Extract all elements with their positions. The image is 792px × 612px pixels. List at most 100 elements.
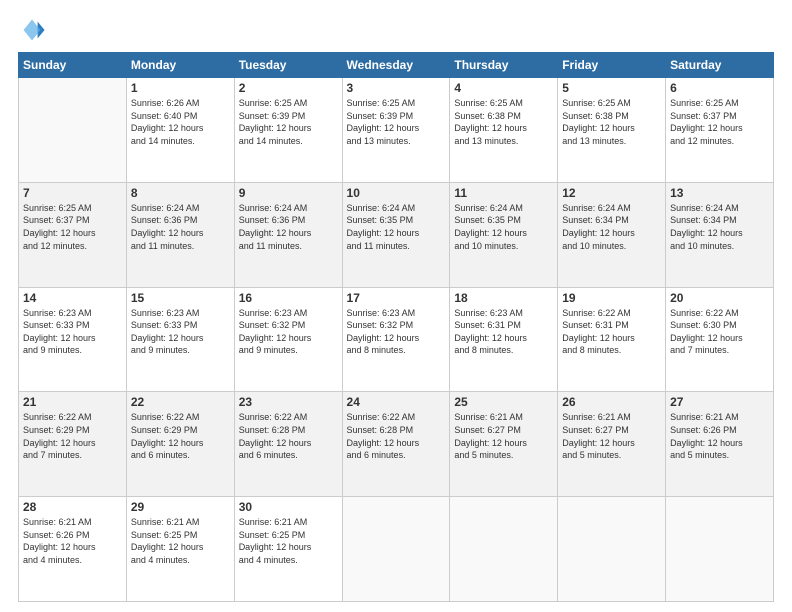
calendar-cell: 13 Sunrise: 6:24 AM Sunset: 6:34 PM Dayli… (666, 182, 774, 287)
calendar-cell: 24 Sunrise: 6:22 AM Sunset: 6:28 PM Dayli… (342, 392, 450, 497)
day-number: 7 (23, 186, 122, 200)
day-number: 27 (670, 395, 769, 409)
calendar-cell: 23 Sunrise: 6:22 AM Sunset: 6:28 PM Dayli… (234, 392, 342, 497)
day-number: 14 (23, 291, 122, 305)
day-number: 24 (347, 395, 446, 409)
calendar-cell: 3 Sunrise: 6:25 AM Sunset: 6:39 PM Daylig… (342, 78, 450, 183)
day-info: Sunrise: 6:21 AM Sunset: 6:26 PM Dayligh… (23, 516, 122, 566)
calendar-cell: 9 Sunrise: 6:24 AM Sunset: 6:36 PM Daylig… (234, 182, 342, 287)
calendar-cell: 12 Sunrise: 6:24 AM Sunset: 6:34 PM Dayli… (558, 182, 666, 287)
day-info: Sunrise: 6:22 AM Sunset: 6:30 PM Dayligh… (670, 307, 769, 357)
day-number: 25 (454, 395, 553, 409)
calendar-cell: 26 Sunrise: 6:21 AM Sunset: 6:27 PM Dayli… (558, 392, 666, 497)
day-number: 30 (239, 500, 338, 514)
day-info: Sunrise: 6:21 AM Sunset: 6:27 PM Dayligh… (454, 411, 553, 461)
day-number: 22 (131, 395, 230, 409)
day-info: Sunrise: 6:23 AM Sunset: 6:33 PM Dayligh… (131, 307, 230, 357)
day-number: 5 (562, 81, 661, 95)
day-number: 19 (562, 291, 661, 305)
calendar-cell: 15 Sunrise: 6:23 AM Sunset: 6:33 PM Dayli… (126, 287, 234, 392)
calendar-cell: 10 Sunrise: 6:24 AM Sunset: 6:35 PM Dayli… (342, 182, 450, 287)
day-info: Sunrise: 6:23 AM Sunset: 6:32 PM Dayligh… (239, 307, 338, 357)
day-info: Sunrise: 6:22 AM Sunset: 6:31 PM Dayligh… (562, 307, 661, 357)
day-number: 18 (454, 291, 553, 305)
day-number: 10 (347, 186, 446, 200)
calendar-cell: 29Sunrise: 6:21 AM Sunset: 6:25 PM Dayli… (126, 497, 234, 602)
day-info: Sunrise: 6:22 AM Sunset: 6:28 PM Dayligh… (347, 411, 446, 461)
day-info: Sunrise: 6:21 AM Sunset: 6:27 PM Dayligh… (562, 411, 661, 461)
day-info: Sunrise: 6:24 AM Sunset: 6:34 PM Dayligh… (562, 202, 661, 252)
calendar-cell: 30 Sunrise: 6:21 AM Sunset: 6:25 PM Dayli… (234, 497, 342, 602)
weekday-header: Tuesday (234, 53, 342, 78)
calendar-cell: 2 Sunrise: 6:25 AM Sunset: 6:39 PM Daylig… (234, 78, 342, 183)
day-number: 13 (670, 186, 769, 200)
calendar-cell: 16 Sunrise: 6:23 AM Sunset: 6:32 PM Dayli… (234, 287, 342, 392)
day-info: Sunrise: 6:24 AM Sunset: 6:36 PM Dayligh… (131, 202, 230, 252)
calendar-cell: 17Sunrise: 6:23 AM Sunset: 6:32 PM Dayli… (342, 287, 450, 392)
day-info: Sunrise: 6:24 AM Sunset: 6:35 PM Dayligh… (454, 202, 553, 252)
day-info: Sunrise: 6:22 AM Sunset: 6:29 PM Dayligh… (23, 411, 122, 461)
day-info: Sunrise: 6:23 AM Sunset: 6:33 PM Dayligh… (23, 307, 122, 357)
day-number: 26 (562, 395, 661, 409)
day-number: 15 (131, 291, 230, 305)
day-info: Sunrise: 6:25 AM Sunset: 6:39 PM Dayligh… (239, 97, 338, 147)
calendar-cell: 14 Sunrise: 6:23 AM Sunset: 6:33 PM Dayli… (19, 287, 127, 392)
calendar-row: 1 Sunrise: 6:26 AM Sunset: 6:40 PM Daylig… (19, 78, 774, 183)
day-number: 12 (562, 186, 661, 200)
calendar-cell: 28 Sunrise: 6:21 AM Sunset: 6:26 PM Dayli… (19, 497, 127, 602)
calendar-cell (666, 497, 774, 602)
day-number: 21 (23, 395, 122, 409)
logo-icon (18, 16, 46, 44)
day-info: Sunrise: 6:21 AM Sunset: 6:26 PM Dayligh… (670, 411, 769, 461)
day-info: Sunrise: 6:24 AM Sunset: 6:35 PM Dayligh… (347, 202, 446, 252)
calendar-cell: 11 Sunrise: 6:24 AM Sunset: 6:35 PM Dayli… (450, 182, 558, 287)
calendar-cell: 20Sunrise: 6:22 AM Sunset: 6:30 PM Dayli… (666, 287, 774, 392)
day-info: Sunrise: 6:25 AM Sunset: 6:38 PM Dayligh… (562, 97, 661, 147)
weekday-header: Monday (126, 53, 234, 78)
day-number: 9 (239, 186, 338, 200)
calendar-cell (450, 497, 558, 602)
calendar-cell: 1 Sunrise: 6:26 AM Sunset: 6:40 PM Daylig… (126, 78, 234, 183)
calendar-row: 28 Sunrise: 6:21 AM Sunset: 6:26 PM Dayli… (19, 497, 774, 602)
day-number: 23 (239, 395, 338, 409)
calendar-table: SundayMondayTuesdayWednesdayThursdayFrid… (18, 52, 774, 602)
calendar-cell: 6Sunrise: 6:25 AM Sunset: 6:37 PM Daylig… (666, 78, 774, 183)
calendar-cell (342, 497, 450, 602)
calendar-cell: 27 Sunrise: 6:21 AM Sunset: 6:26 PM Dayli… (666, 392, 774, 497)
weekday-header: Sunday (19, 53, 127, 78)
day-info: Sunrise: 6:25 AM Sunset: 6:38 PM Dayligh… (454, 97, 553, 147)
calendar-row: 14 Sunrise: 6:23 AM Sunset: 6:33 PM Dayli… (19, 287, 774, 392)
day-info: Sunrise: 6:25 AM Sunset: 6:39 PM Dayligh… (347, 97, 446, 147)
day-number: 1 (131, 81, 230, 95)
weekday-header: Friday (558, 53, 666, 78)
day-info: Sunrise: 6:23 AM Sunset: 6:31 PM Dayligh… (454, 307, 553, 357)
calendar-header-row: SundayMondayTuesdayWednesdayThursdayFrid… (19, 53, 774, 78)
calendar-cell (19, 78, 127, 183)
day-info: Sunrise: 6:24 AM Sunset: 6:34 PM Dayligh… (670, 202, 769, 252)
day-number: 29 (131, 500, 230, 514)
calendar-cell: 5 Sunrise: 6:25 AM Sunset: 6:38 PM Daylig… (558, 78, 666, 183)
day-number: 6 (670, 81, 769, 95)
calendar-cell: 19 Sunrise: 6:22 AM Sunset: 6:31 PM Dayli… (558, 287, 666, 392)
calendar-cell: 7 Sunrise: 6:25 AM Sunset: 6:37 PM Daylig… (19, 182, 127, 287)
day-info: Sunrise: 6:21 AM Sunset: 6:25 PM Dayligh… (239, 516, 338, 566)
calendar-cell: 18 Sunrise: 6:23 AM Sunset: 6:31 PM Dayli… (450, 287, 558, 392)
calendar-cell (558, 497, 666, 602)
day-info: Sunrise: 6:24 AM Sunset: 6:36 PM Dayligh… (239, 202, 338, 252)
day-info: Sunrise: 6:22 AM Sunset: 6:28 PM Dayligh… (239, 411, 338, 461)
day-number: 3 (347, 81, 446, 95)
day-number: 28 (23, 500, 122, 514)
day-number: 16 (239, 291, 338, 305)
weekday-header: Thursday (450, 53, 558, 78)
calendar-cell: 8 Sunrise: 6:24 AM Sunset: 6:36 PM Daylig… (126, 182, 234, 287)
day-number: 2 (239, 81, 338, 95)
calendar-cell: 21 Sunrise: 6:22 AM Sunset: 6:29 PM Dayli… (19, 392, 127, 497)
day-number: 11 (454, 186, 553, 200)
day-number: 8 (131, 186, 230, 200)
calendar-row: 7 Sunrise: 6:25 AM Sunset: 6:37 PM Daylig… (19, 182, 774, 287)
logo (18, 16, 50, 44)
day-info: Sunrise: 6:25 AM Sunset: 6:37 PM Dayligh… (23, 202, 122, 252)
day-info: Sunrise: 6:26 AM Sunset: 6:40 PM Dayligh… (131, 97, 230, 147)
day-info: Sunrise: 6:23 AM Sunset: 6:32 PM Dayligh… (347, 307, 446, 357)
calendar-cell: 4Sunrise: 6:25 AM Sunset: 6:38 PM Daylig… (450, 78, 558, 183)
